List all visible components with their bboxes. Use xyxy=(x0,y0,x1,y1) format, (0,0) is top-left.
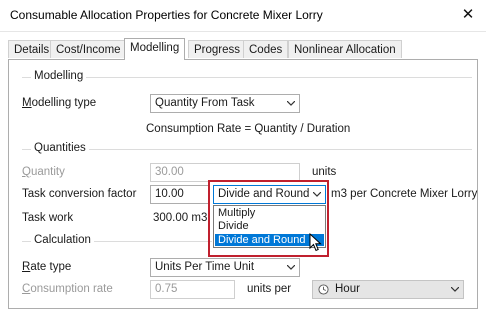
conversion-factor-value: 10.00 xyxy=(155,188,184,200)
title-bar: Consumable Allocation Properties for Con… xyxy=(0,0,486,32)
consumption-rate-label: Consumption rate xyxy=(22,283,113,295)
close-icon[interactable]: ✕ xyxy=(459,6,477,24)
mouse-cursor-icon xyxy=(309,233,322,252)
tab-cost-income[interactable]: Cost/Income xyxy=(50,40,127,58)
consumption-rate-field[interactable]: 0.75 xyxy=(150,280,235,299)
chevron-down-icon xyxy=(287,265,295,270)
section-calculation: Calculation xyxy=(31,234,94,246)
conversion-factor-field[interactable]: 10.00 xyxy=(150,185,210,204)
consumption-rate-value: 0.75 xyxy=(155,283,178,295)
time-unit-value: Hour xyxy=(335,283,360,295)
quantity-label: Quantity xyxy=(22,166,65,178)
time-unit-select[interactable]: Hour xyxy=(312,280,464,299)
conversion-factor-label: Task conversion factor xyxy=(22,188,137,200)
modelling-type-value: Quantity From Task xyxy=(155,97,255,109)
units-per-label: units per xyxy=(247,283,292,295)
rate-type-value: Units Per Time Unit xyxy=(155,261,255,273)
task-work-value: 300.00 m3 xyxy=(153,212,208,224)
tab-progress[interactable]: Progress xyxy=(188,40,247,58)
consumption-formula: Consumption Rate = Quantity / Duration xyxy=(146,123,351,135)
rate-type-label: Rate type xyxy=(22,261,72,273)
rate-type-select[interactable]: Units Per Time Unit xyxy=(150,258,300,277)
conversion-units: m3 per Concrete Mixer Lorry xyxy=(331,188,478,200)
tab-nonlinear-allocation[interactable]: Nonlinear Allocation xyxy=(288,40,402,58)
modelling-type-label: Modelling type xyxy=(22,97,97,109)
tab-codes[interactable]: Codes xyxy=(243,40,289,58)
section-modelling: Modelling xyxy=(31,70,87,82)
tab-modelling[interactable]: Modelling xyxy=(124,38,186,60)
section-divider xyxy=(22,77,472,78)
chevron-down-icon xyxy=(287,101,295,106)
chevron-down-icon xyxy=(451,287,459,292)
section-divider xyxy=(22,149,472,150)
quantity-value: 30.00 xyxy=(155,166,184,178)
window-title: Consumable Allocation Properties for Con… xyxy=(10,8,323,22)
clock-icon xyxy=(318,284,329,295)
task-work-label: Task work xyxy=(22,212,74,224)
tab-details[interactable]: Details xyxy=(8,40,56,58)
section-quantities: Quantities xyxy=(31,142,89,154)
quantity-units: units xyxy=(312,166,337,178)
modelling-type-select[interactable]: Quantity From Task xyxy=(150,94,300,113)
